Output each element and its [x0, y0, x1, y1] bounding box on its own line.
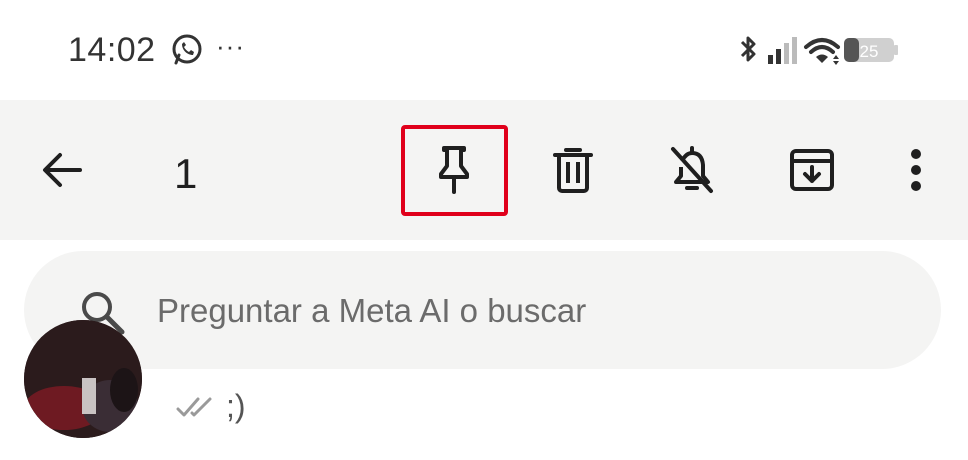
whatsapp-icon: [170, 33, 204, 72]
status-time: 14:02: [68, 31, 156, 69]
arrow-left-icon: [43, 153, 82, 187]
message-preview-text: ;): [226, 388, 246, 424]
read-ticks-icon: [176, 395, 218, 419]
delete-button[interactable]: [541, 138, 605, 202]
signal-icon: [768, 37, 797, 64]
selection-toolbar: 1: [0, 100, 968, 240]
battery-icon: 25: [844, 38, 898, 62]
message-preview: ;): [176, 388, 246, 425]
bluetooth-icon: [740, 36, 756, 62]
status-right-icons: 25: [738, 33, 900, 67]
back-button[interactable]: [30, 138, 94, 202]
battery-level: 25: [860, 42, 879, 61]
bell-off-icon: [671, 146, 713, 193]
more-options-button[interactable]: [884, 138, 948, 202]
mute-button[interactable]: [660, 138, 724, 202]
search-placeholder: Preguntar a Meta AI o buscar: [157, 292, 587, 329]
pin-chat-button[interactable]: [422, 138, 486, 202]
pin-icon: [439, 146, 469, 194]
more-notifications-icon: ···: [216, 31, 245, 61]
search-bar[interactable]: Preguntar a Meta AI o buscar: [24, 251, 941, 369]
archive-button[interactable]: [780, 138, 844, 202]
selected-count: 1: [174, 150, 198, 197]
archive-icon: [790, 149, 834, 191]
avatar: [24, 320, 142, 438]
wifi-icon: [804, 38, 840, 65]
more-vert-icon: [911, 149, 921, 191]
chat-list-item[interactable]: ;): [0, 320, 968, 460]
trash-icon: [553, 148, 593, 193]
status-bar: 14:02 ··· 25: [0, 0, 968, 100]
